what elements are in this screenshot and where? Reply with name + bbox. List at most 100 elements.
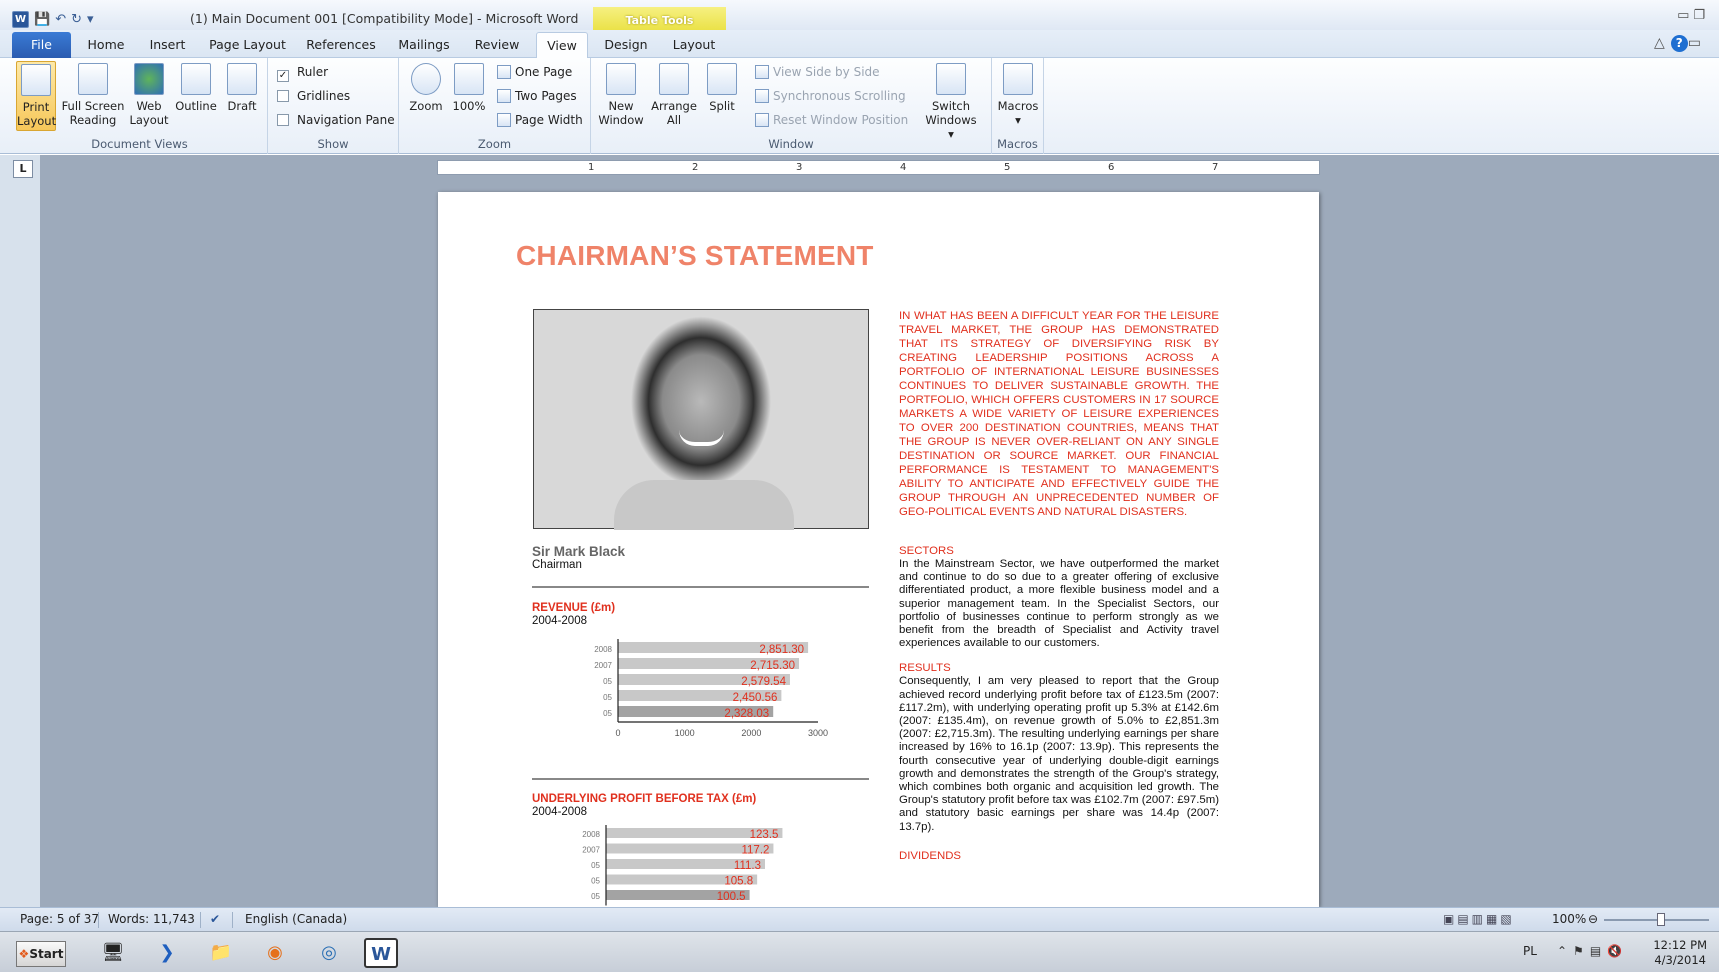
new-window-button[interactable]: New Window xyxy=(597,61,645,131)
tab-page-layout[interactable]: Page Layout xyxy=(205,32,290,58)
chart-category-label: 05 xyxy=(591,861,600,870)
view-side-by-side-button[interactable]: View Side by Side xyxy=(755,62,880,82)
person-name: Sir Mark Black xyxy=(532,544,626,559)
tab-references[interactable]: References xyxy=(300,32,382,58)
undo-icon[interactable]: ↶ xyxy=(55,12,66,27)
ruler-checkbox[interactable]: ✓ Ruler xyxy=(277,62,328,82)
clock-time: 12:12 PM xyxy=(1653,938,1707,952)
horizontal-ruler[interactable]: 1 2 3 4 5 6 7 xyxy=(437,160,1320,175)
outline-label: Outline xyxy=(175,99,217,113)
app-icon[interactable]: ◎ xyxy=(312,938,346,968)
tab-home[interactable]: Home xyxy=(80,32,132,58)
zoom-out-icon[interactable]: ⊖ xyxy=(1588,912,1598,926)
gridlines-checkbox[interactable]: Gridlines xyxy=(277,86,350,106)
window-restore-icon[interactable]: ▭ xyxy=(1688,35,1707,51)
zoom-slider-thumb[interactable] xyxy=(1657,913,1665,926)
new-window-label-2: Window xyxy=(598,113,644,127)
switch-windows-button[interactable]: Switch Windows ▾ xyxy=(921,61,981,141)
minimize-ribbon-icon[interactable]: △ xyxy=(1654,35,1671,51)
group-label-zoom: Zoom xyxy=(477,137,512,151)
switch-windows-label-1: Switch xyxy=(931,99,971,113)
draft-button[interactable]: Draft xyxy=(222,61,262,131)
navigation-pane-checkbox[interactable]: Navigation Pane xyxy=(277,110,395,130)
profit-chart: 2008 123.5 2007 117.2 05 111.3 05 105.8 05 100.5 xyxy=(582,825,783,906)
ruler-number: 1 xyxy=(588,162,595,173)
zoom-button[interactable]: Zoom xyxy=(405,61,447,131)
firefox-icon[interactable]: ◉ xyxy=(258,938,292,968)
print-layout-button[interactable]: Print Layout xyxy=(16,61,56,131)
start-button[interactable]: ❖Start xyxy=(16,941,66,967)
tab-mailings[interactable]: Mailings xyxy=(392,32,456,58)
help-icon[interactable]: ? xyxy=(1670,35,1688,52)
full-screen-label-2: Reading xyxy=(69,113,117,127)
tab-review[interactable]: Review xyxy=(466,32,528,58)
ribbon-tab-row: File Home Insert Page Layout References … xyxy=(0,30,1719,58)
chart-category-label: 2007 xyxy=(582,846,600,855)
print-layout-icon xyxy=(21,64,51,96)
word-count[interactable]: Words: 11,743 xyxy=(108,912,195,926)
word-taskbar-icon[interactable]: W xyxy=(364,938,398,968)
ruler-number: 3 xyxy=(796,162,803,173)
print-layout-label-1: Print xyxy=(22,100,50,114)
tab-design[interactable]: Design xyxy=(596,32,656,58)
chart-tick-label: 1000 xyxy=(675,728,695,736)
tab-layout[interactable]: Layout xyxy=(664,32,724,58)
two-pages-button[interactable]: Two Pages xyxy=(497,86,577,106)
chart-value-label: 2,715.30 xyxy=(750,660,795,672)
tab-file[interactable]: File xyxy=(12,32,71,58)
one-page-button[interactable]: One Page xyxy=(497,62,572,82)
chart-category-label: 05 xyxy=(591,892,600,901)
redo-icon[interactable]: ↻ xyxy=(71,12,82,27)
chart-category-label: 05 xyxy=(603,677,612,686)
window-controls[interactable]: ▭❐ xyxy=(1677,8,1709,23)
chart-category-label: 05 xyxy=(603,693,612,702)
input-language[interactable]: PL xyxy=(1523,944,1537,958)
full-screen-reading-icon xyxy=(78,63,108,95)
tab-insert[interactable]: Insert xyxy=(140,32,195,58)
group-window: New Window Arrange All Split View Side b… xyxy=(591,58,992,154)
synchronous-scrolling-button[interactable]: Synchronous Scrolling xyxy=(755,86,906,106)
group-label-macros: Macros xyxy=(997,137,1038,151)
macros-icon xyxy=(1003,63,1033,95)
language-indicator[interactable]: English (Canada) xyxy=(245,912,347,926)
macros-button[interactable]: Macros ▾ xyxy=(996,61,1040,131)
view-shortcuts[interactable]: ▣▤▥▦▧ xyxy=(1443,912,1515,926)
ribbon: Print Layout Full Screen Reading Web Lay… xyxy=(0,58,1719,154)
split-label: Split xyxy=(709,99,735,113)
group-show: ✓ Ruler Gridlines Navigation Pane Show xyxy=(268,58,399,154)
chart-value-label: 2,851.30 xyxy=(759,644,804,656)
zoom-100-label: 100% xyxy=(452,99,486,113)
web-layout-button[interactable]: Web Layout xyxy=(128,61,170,131)
synchronous-scrolling-icon xyxy=(755,89,769,103)
reset-window-position-button[interactable]: Reset Window Position xyxy=(755,110,908,130)
page-count[interactable]: Page: 5 of 37 xyxy=(20,912,99,926)
taskbar: ❖Start 🖥 ❯ 📁 ◉ ◎ W PL ⌃⚑▤🔇 12:12 PM 4/3/… xyxy=(0,931,1719,972)
view-side-by-side-icon xyxy=(755,65,769,79)
chart-tick-label: 2000 xyxy=(741,728,761,736)
ruler-number: 7 xyxy=(1212,162,1219,173)
statement-text-column: In what has been a difficult year for th… xyxy=(899,309,1219,863)
outline-button[interactable]: Outline xyxy=(172,61,220,131)
draft-label: Draft xyxy=(227,99,257,113)
customize-qat-icon[interactable]: ▾ xyxy=(87,12,94,27)
ribbon-right-controls[interactable]: △? ▭ xyxy=(1654,35,1707,52)
document-page[interactable]: CHAIRMAN’S STATEMENT Sir Mark Black Chai… xyxy=(438,192,1319,907)
full-screen-reading-button[interactable]: Full Screen Reading xyxy=(60,61,126,131)
clock[interactable]: 12:12 PM 4/3/2014 xyxy=(1653,938,1707,968)
zoom-100-button[interactable]: 100% xyxy=(451,61,487,131)
zoom-level[interactable]: 100% xyxy=(1552,912,1586,926)
powershell-icon[interactable]: ❯ xyxy=(150,938,184,968)
proofing-check-icon[interactable]: ✔ xyxy=(210,912,220,926)
reset-window-position-icon xyxy=(755,113,769,127)
tab-selector-icon[interactable]: L xyxy=(13,160,33,178)
status-separator xyxy=(200,912,201,928)
tray-icons[interactable]: ⌃⚑▤🔇 xyxy=(1557,944,1628,958)
word-app-icon[interactable]: W xyxy=(12,10,29,28)
server-manager-icon[interactable]: 🖥 xyxy=(96,938,130,968)
page-width-button[interactable]: Page Width xyxy=(497,110,583,130)
save-icon[interactable]: 💾 xyxy=(34,12,50,27)
arrange-all-button[interactable]: Arrange All xyxy=(649,61,699,131)
explorer-icon[interactable]: 📁 xyxy=(204,938,238,968)
split-button[interactable]: Split xyxy=(703,61,741,131)
tab-view[interactable]: View xyxy=(536,32,588,58)
